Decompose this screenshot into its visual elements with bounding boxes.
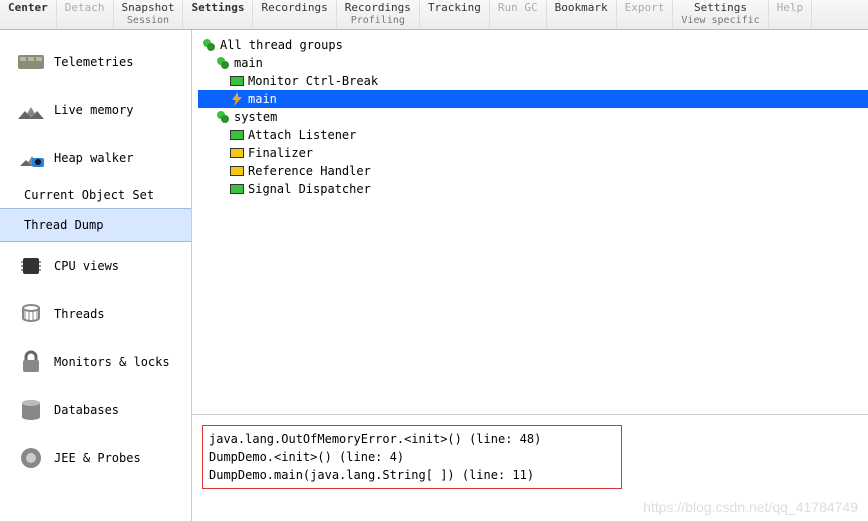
sidebar-item-heapwalker[interactable]: Heap walker bbox=[0, 134, 191, 182]
menu-recordings-1[interactable]: Recordings bbox=[253, 0, 336, 29]
main-area: Telemetries Live memory Heap walker Curr… bbox=[0, 30, 868, 521]
menu-tracking[interactable]: Tracking bbox=[420, 0, 490, 29]
threadgroup-icon bbox=[202, 38, 216, 52]
tree-root[interactable]: All thread groups bbox=[198, 36, 868, 54]
database-icon bbox=[18, 397, 44, 423]
sidebar-section-header: Current Object Set bbox=[0, 182, 191, 208]
threads-icon bbox=[18, 301, 44, 327]
menu-center[interactable]: Center bbox=[0, 0, 57, 29]
sidebar-item-label: Monitors & locks bbox=[54, 355, 170, 369]
menu-run-gc[interactable]: Run GC bbox=[490, 0, 547, 29]
sidebar-item-telemetries[interactable]: Telemetries bbox=[0, 38, 191, 86]
stack-frame[interactable]: DumpDemo.main(java.lang.String[ ]) (line… bbox=[209, 466, 615, 484]
tree-label: Attach Listener bbox=[248, 128, 356, 142]
tree-thread[interactable]: Attach Listener bbox=[198, 126, 868, 144]
watermark: https://blog.csdn.net/qq_41784749 bbox=[643, 499, 858, 515]
threadgroup-icon bbox=[216, 56, 230, 70]
lock-icon bbox=[18, 349, 44, 375]
sidebar-item-label: Databases bbox=[54, 403, 119, 417]
tree-label: Signal Dispatcher bbox=[248, 182, 371, 196]
sidebar-item-threads[interactable]: Threads bbox=[0, 290, 191, 338]
sidebar-item-thread-dump[interactable]: Thread Dump bbox=[0, 208, 191, 242]
sidebar-item-livememory[interactable]: Live memory bbox=[0, 86, 191, 134]
content-area: All thread groups main Monitor Ctrl-Brea… bbox=[190, 30, 868, 521]
thread-bolt-icon bbox=[230, 92, 244, 106]
telemetry-icon bbox=[18, 49, 44, 75]
tree-label: main bbox=[248, 92, 277, 106]
tree-thread-selected[interactable]: main bbox=[198, 90, 868, 108]
stack-trace-panel: java.lang.OutOfMemoryError.<init>() (lin… bbox=[192, 415, 868, 521]
sidebar-item-monitors-locks[interactable]: Monitors & locks bbox=[0, 338, 191, 386]
livememory-icon bbox=[18, 97, 44, 123]
stack-frame[interactable]: java.lang.OutOfMemoryError.<init>() (lin… bbox=[209, 430, 615, 448]
menu-bookmark[interactable]: Bookmark bbox=[547, 0, 617, 29]
thread-state-runnable-icon bbox=[230, 76, 244, 86]
tree-thread[interactable]: Signal Dispatcher bbox=[198, 180, 868, 198]
sidebar: Telemetries Live memory Heap walker Curr… bbox=[0, 30, 192, 521]
tree-label: system bbox=[234, 110, 277, 124]
probes-icon bbox=[18, 445, 44, 471]
tree-label: Monitor Ctrl-Break bbox=[248, 74, 378, 88]
thread-state-waiting-icon bbox=[230, 166, 244, 176]
thread-state-runnable-icon bbox=[230, 130, 244, 140]
tree-label: main bbox=[234, 56, 263, 70]
menu-view-settings[interactable]: SettingsView specific bbox=[673, 0, 768, 29]
tree-label: Reference Handler bbox=[248, 164, 371, 178]
tree-group-system[interactable]: system bbox=[198, 108, 868, 126]
thread-state-runnable-icon bbox=[230, 184, 244, 194]
sidebar-item-jee-probes[interactable]: JEE & Probes bbox=[0, 434, 191, 482]
menu-export[interactable]: Export bbox=[617, 0, 674, 29]
sidebar-item-label: Live memory bbox=[54, 103, 133, 117]
sidebar-item-label: Telemetries bbox=[54, 55, 133, 69]
tree-thread[interactable]: Reference Handler bbox=[198, 162, 868, 180]
tree-label: Finalizer bbox=[248, 146, 313, 160]
heapwalker-icon bbox=[18, 145, 44, 171]
sidebar-item-label: Heap walker bbox=[54, 151, 133, 165]
sidebar-item-label: JEE & Probes bbox=[54, 451, 141, 465]
sidebar-item-label: Threads bbox=[54, 307, 105, 321]
menu-recordings-2[interactable]: RecordingsProfiling bbox=[337, 0, 420, 29]
menu-snapshot[interactable]: SnapshotSession bbox=[114, 0, 184, 29]
menu-settings[interactable]: Settings bbox=[183, 0, 253, 29]
tree-thread[interactable]: Monitor Ctrl-Break bbox=[198, 72, 868, 90]
stack-trace-box[interactable]: java.lang.OutOfMemoryError.<init>() (lin… bbox=[202, 425, 622, 489]
sidebar-item-databases[interactable]: Databases bbox=[0, 386, 191, 434]
stack-frame[interactable]: DumpDemo.<init>() (line: 4) bbox=[209, 448, 615, 466]
sidebar-item-label: CPU views bbox=[54, 259, 119, 273]
menu-help[interactable]: Help bbox=[769, 0, 813, 29]
cpu-icon bbox=[18, 253, 44, 279]
tree-thread[interactable]: Finalizer bbox=[198, 144, 868, 162]
tree-label: All thread groups bbox=[220, 38, 343, 52]
threadgroup-icon bbox=[216, 110, 230, 124]
sidebar-item-label: Thread Dump bbox=[24, 218, 103, 232]
menu-detach[interactable]: Detach bbox=[57, 0, 114, 29]
top-toolbar: Center Detach SnapshotSession Settings R… bbox=[0, 0, 868, 30]
thread-state-waiting-icon bbox=[230, 148, 244, 158]
tree-group-main[interactable]: main bbox=[198, 54, 868, 72]
thread-tree[interactable]: All thread groups main Monitor Ctrl-Brea… bbox=[192, 30, 868, 415]
sidebar-item-cpu-views[interactable]: CPU views bbox=[0, 242, 191, 290]
